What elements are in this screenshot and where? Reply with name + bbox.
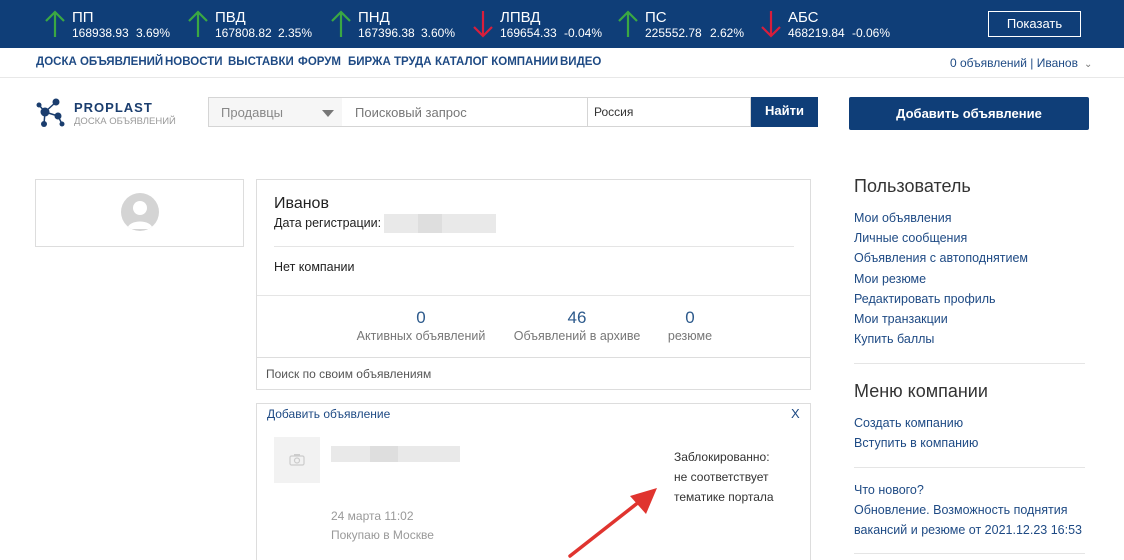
ad-blocked-status: Заблокированно: не соответствует тематик… <box>674 447 794 507</box>
close-button[interactable]: X <box>791 406 800 421</box>
divider <box>274 246 794 247</box>
divider <box>854 467 1085 468</box>
arrow-down-icon <box>473 11 493 38</box>
search-category-value: Продавцы <box>221 105 284 120</box>
ad-location: Покупаю в Москве <box>331 528 434 542</box>
ticker-name: ПП <box>72 9 94 26</box>
ticker-price: 169654.33 <box>500 26 557 40</box>
stat-active-ads[interactable]: 0 Активных объявлений <box>355 308 487 343</box>
company-menu-title: Меню компании <box>854 381 988 401</box>
profile-photo-box <box>35 179 244 247</box>
nav-link-video[interactable]: ВИДЕО <box>560 56 601 68</box>
add-ad-button[interactable]: Добавить объявление <box>849 97 1089 130</box>
ticker-price: 225552.78 <box>645 26 702 40</box>
ad-date: 24 марта 11:02 <box>331 509 414 523</box>
site-logo[interactable]: PROPLAST ДОСКА ОБЪЯВЛЕНИЙ <box>36 96 176 130</box>
nav-link-forum[interactable]: ФОРУМ <box>298 56 341 68</box>
status-line: тематике портала <box>674 490 774 504</box>
search-category-select[interactable]: Продавцы <box>208 97 343 127</box>
chevron-down-icon: ⌄ <box>1083 59 1093 70</box>
ticker-price: 167808.82 <box>215 26 272 40</box>
ticker-name: ЛПВД <box>500 9 541 26</box>
divider <box>257 295 810 296</box>
nav-link-jobs[interactable]: БИРЖА ТРУДА <box>348 56 432 68</box>
sidebar-link-buy-points[interactable]: Купить баллы <box>854 332 934 346</box>
arrow-up-icon <box>331 10 351 37</box>
stat-label: Объявлений в архиве <box>513 329 641 343</box>
divider <box>854 363 1085 364</box>
ticker-change: -0.06% <box>852 26 891 40</box>
sidebar-link-create-company[interactable]: Создать компанию <box>854 416 963 430</box>
logo-subtitle: ДОСКА ОБЪЯВЛЕНИЙ <box>74 116 176 127</box>
ticker-price: 468219.84 <box>788 26 845 40</box>
account-menu[interactable]: 0 объявлений | Иванов ⌄ <box>950 56 1092 70</box>
nav-link-news[interactable]: НОВОСТИ <box>165 56 223 68</box>
ticker-name: АБС <box>788 9 819 26</box>
ticker-name: ПНД <box>358 9 390 26</box>
stat-archived-ads[interactable]: 46 Объявлений в архиве <box>511 308 643 343</box>
sidebar-link-auto-bump[interactable]: Объявления с автоподнятием <box>854 251 1028 265</box>
nav-link-catalog[interactable]: КАТАЛОГ КОМПАНИИ <box>435 56 558 68</box>
sidebar-link-transactions[interactable]: Мои транзакции <box>854 312 948 326</box>
arrow-up-icon <box>45 10 65 37</box>
logo-title: PROPLAST <box>74 100 153 115</box>
find-button[interactable]: Найти <box>751 97 818 127</box>
stat-label: Активных объявлений <box>356 329 486 343</box>
molecule-logo-icon <box>36 98 65 127</box>
account-menu-label: 0 объявлений | Иванов <box>950 56 1078 70</box>
ticker-name: ПС <box>645 9 667 26</box>
ticker-change: 3.69% <box>136 26 171 40</box>
user-name: Иванов <box>274 195 329 212</box>
registration-date-redacted <box>384 214 496 233</box>
arrow-up-icon <box>188 10 208 37</box>
add-ad-link[interactable]: Добавить объявление <box>267 407 390 421</box>
stat-resumes[interactable]: 0 резюме <box>657 308 723 343</box>
camera-icon <box>289 454 305 466</box>
profile-card: Иванов Дата регистрации: Нет компании 0 … <box>256 179 811 390</box>
ticker-change: 2.35% <box>278 26 313 40</box>
sidebar-link-my-resumes[interactable]: Мои резюме <box>854 272 926 286</box>
ticker-change: 3.60% <box>421 26 456 40</box>
sidebar-link-my-ads[interactable]: Мои объявления <box>854 211 952 225</box>
ad-title-redacted[interactable] <box>331 446 460 462</box>
stat-value: 0 <box>416 308 426 327</box>
ticker-price: 168938.93 <box>72 26 129 40</box>
divider <box>854 553 1085 554</box>
status-line: не соответствует <box>674 470 769 484</box>
status-line: Заблокированно: <box>674 450 770 464</box>
sidebar-link-messages[interactable]: Личные сообщения <box>854 231 967 245</box>
sidebar-link-whats-new[interactable]: Что нового? <box>854 483 924 497</box>
ad-card: Добавить объявление X 24 марта 11:02 Пок… <box>256 403 811 560</box>
region-input[interactable] <box>588 97 751 127</box>
ticker-name: ПВД <box>215 9 246 26</box>
annotation-arrow-icon <box>568 488 657 558</box>
nav-link-board[interactable]: ДОСКА ОБЪЯВЛЕНИЙ <box>36 56 163 68</box>
stat-label: резюме <box>667 329 713 343</box>
top-navigation: ДОСКА ОБЪЯВЛЕНИЙ НОВОСТИ ВЫСТАВКИ ФОРУМ … <box>0 48 1124 78</box>
price-ticker-bar: ПП 168938.93 3.69% ПВД 167808.82 2.35% П… <box>0 0 1124 48</box>
caret-down-icon <box>322 110 334 117</box>
own-ads-search-input[interactable] <box>257 357 810 389</box>
sidebar-link-join-company[interactable]: Вступить в компанию <box>854 436 978 450</box>
arrow-up-icon <box>618 10 638 37</box>
sidebar-news-item[interactable]: Обновление. Возможность поднятия <box>854 503 1067 517</box>
registration-date-label: Дата регистрации: <box>274 216 382 230</box>
ticker-change: -0.04% <box>564 26 603 40</box>
avatar <box>121 193 159 231</box>
stat-value: 0 <box>685 308 695 327</box>
user-silhouette-icon <box>127 201 153 229</box>
sidebar-link-edit-profile[interactable]: Редактировать профиль <box>854 292 996 306</box>
arrow-down-icon <box>761 11 781 38</box>
nav-link-exhibitions[interactable]: ВЫСТАВКИ <box>228 56 294 68</box>
show-prices-button[interactable]: Показать <box>988 11 1081 37</box>
company-status: Нет компании <box>274 260 355 274</box>
ticker-price: 167396.38 <box>358 26 415 40</box>
ticker-change: 2.62% <box>710 26 745 40</box>
user-menu-title: Пользователь <box>854 176 971 196</box>
ad-thumbnail-placeholder[interactable] <box>274 437 320 483</box>
sidebar-news-item[interactable]: вакансий и резюме от 2021.12.23 16:53 <box>854 523 1082 537</box>
stat-value: 46 <box>567 308 587 327</box>
search-input[interactable] <box>342 97 588 127</box>
